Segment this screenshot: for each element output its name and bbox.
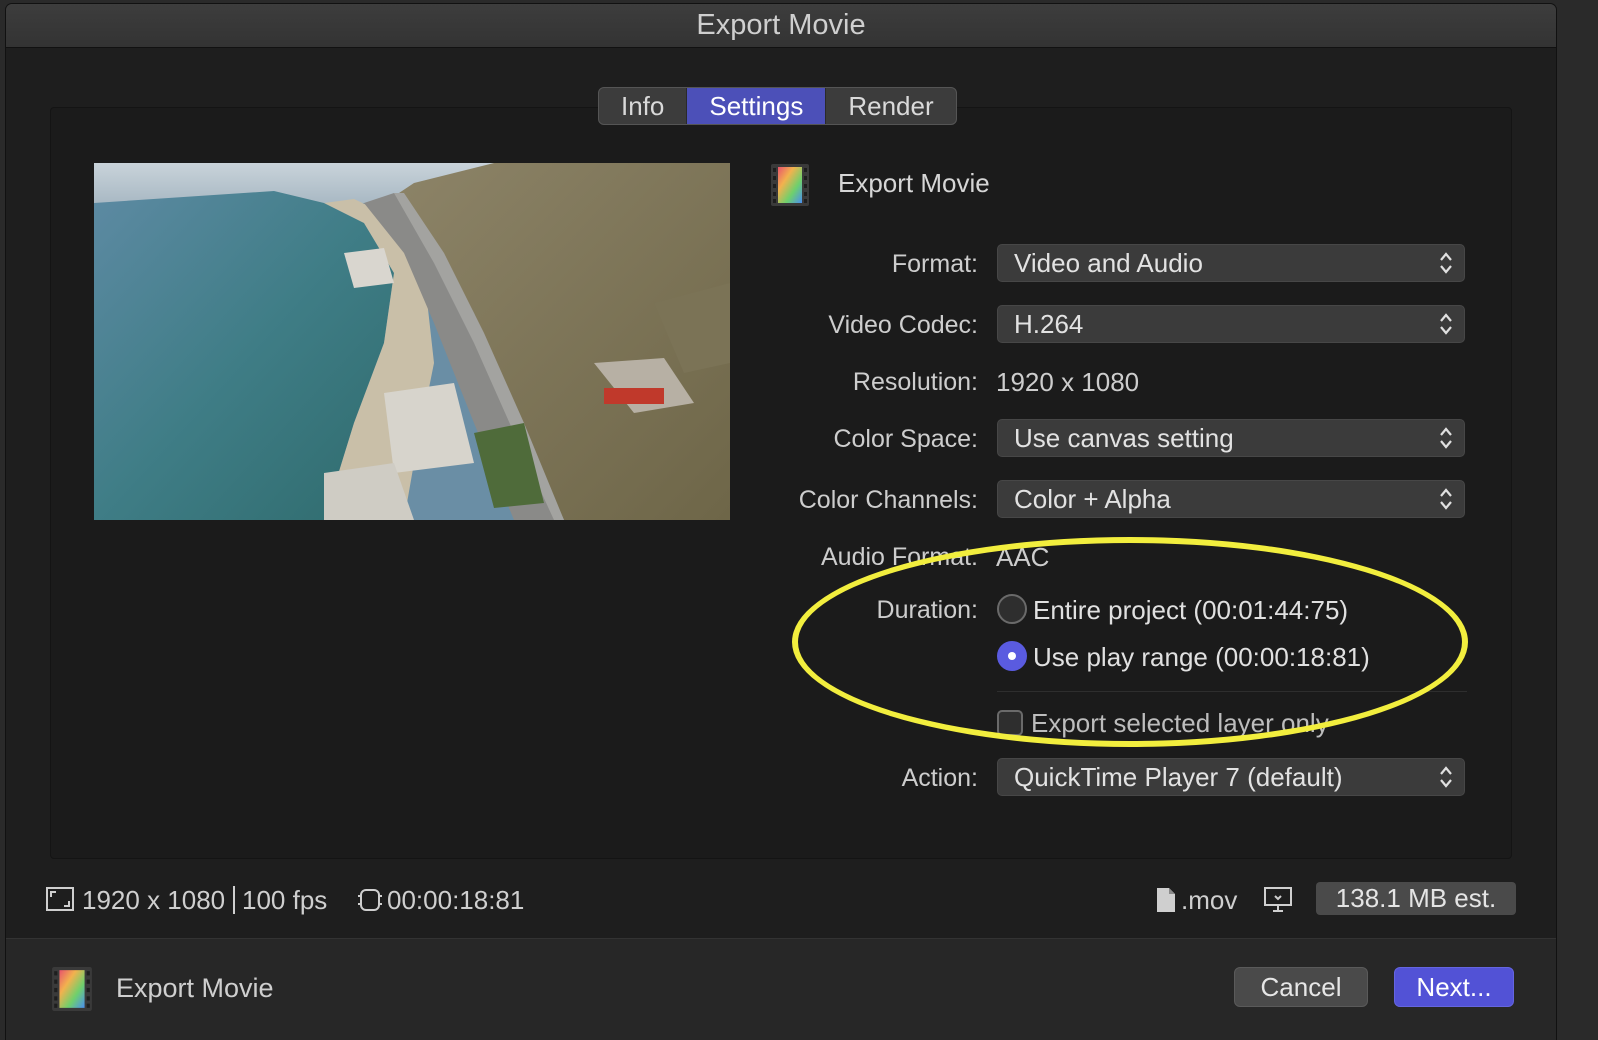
action-value: QuickTime Player 7 (default) <box>1014 762 1343 792</box>
monitor-icon <box>1264 887 1292 912</box>
format-popup[interactable]: Video and Audio <box>997 244 1465 282</box>
audio-format-label: Audio Format: <box>820 543 978 571</box>
tab-settings[interactable]: Settings <box>687 88 827 124</box>
color-channels-popup[interactable]: Color + Alpha <box>997 480 1465 518</box>
status-bar: 1920 x 1080 100 fps 00:00:18:81 .mov 138… <box>46 882 1516 918</box>
status-fps: 100 fps <box>242 885 328 915</box>
preview-thumbnail <box>94 163 730 520</box>
color-channels-label: Color Channels: <box>798 486 978 514</box>
film-strip-icon <box>52 967 92 1011</box>
tab-render[interactable]: Render <box>826 88 955 124</box>
video-codec-label: Video Codec: <box>828 311 978 339</box>
chevron-updown-icon <box>1440 427 1452 449</box>
chevron-updown-icon <box>1440 766 1452 788</box>
export-selected-layer-label[interactable]: Export selected layer only <box>1031 708 1329 739</box>
resolution-value: 1920 x 1080 <box>996 367 1140 397</box>
duration-play-range-radio[interactable] <box>997 641 1027 671</box>
status-resolution: 1920 x 1080 <box>82 885 226 915</box>
tab-bar: Info Settings Render <box>598 87 957 125</box>
color-space-popup[interactable]: Use canvas setting <box>997 419 1465 457</box>
footer-bar: Export Movie Cancel Next... <box>6 938 1556 1040</box>
frame-size-icon <box>46 887 74 911</box>
color-channels-value: Color + Alpha <box>1014 484 1171 514</box>
duration-entire-radio[interactable] <box>997 594 1027 624</box>
resolution-label: Resolution: <box>852 368 978 396</box>
color-space-value: Use canvas setting <box>1014 423 1234 453</box>
duration-label: Duration: <box>876 596 978 624</box>
coastline-preview-image <box>94 163 730 520</box>
video-codec-value: H.264 <box>1014 309 1084 339</box>
next-button[interactable]: Next... <box>1394 967 1514 1007</box>
window-title: Export Movie <box>6 4 1556 48</box>
export-selected-layer-checkbox[interactable] <box>997 710 1023 736</box>
chevron-updown-icon <box>1440 252 1452 274</box>
size-estimate-badge: 138.1 MB est. <box>1316 882 1516 915</box>
cancel-button[interactable]: Cancel <box>1234 967 1368 1007</box>
duration-entire-label[interactable]: Entire project (00:01:44:75) <box>1033 595 1348 626</box>
chevron-updown-icon <box>1440 313 1452 335</box>
color-space-label: Color Space: <box>833 425 978 453</box>
status-extension: .mov <box>1181 885 1238 915</box>
format-value: Video and Audio <box>1014 248 1203 278</box>
duration-play-range-label[interactable]: Use play range (00:00:18:81) <box>1033 642 1370 673</box>
format-label: Format: <box>891 250 978 278</box>
video-codec-popup[interactable]: H.264 <box>997 305 1465 343</box>
export-movie-window: Export Movie Info Settings Render Export… <box>6 4 1556 1040</box>
status-duration: 00:00:18:81 <box>387 885 525 915</box>
tab-info[interactable]: Info <box>599 88 688 124</box>
divider <box>997 691 1467 692</box>
header-title: Export Movie <box>838 168 990 198</box>
film-strip-icon <box>771 164 809 206</box>
chevron-updown-icon <box>1440 488 1452 510</box>
audio-format-value: AAC <box>996 542 1050 572</box>
status-divider <box>233 886 235 914</box>
action-label: Action: <box>901 764 978 792</box>
footer-title: Export Movie <box>116 973 274 1003</box>
action-popup[interactable]: QuickTime Player 7 (default) <box>997 758 1465 796</box>
duration-icon <box>358 889 382 911</box>
document-icon <box>1157 888 1175 912</box>
